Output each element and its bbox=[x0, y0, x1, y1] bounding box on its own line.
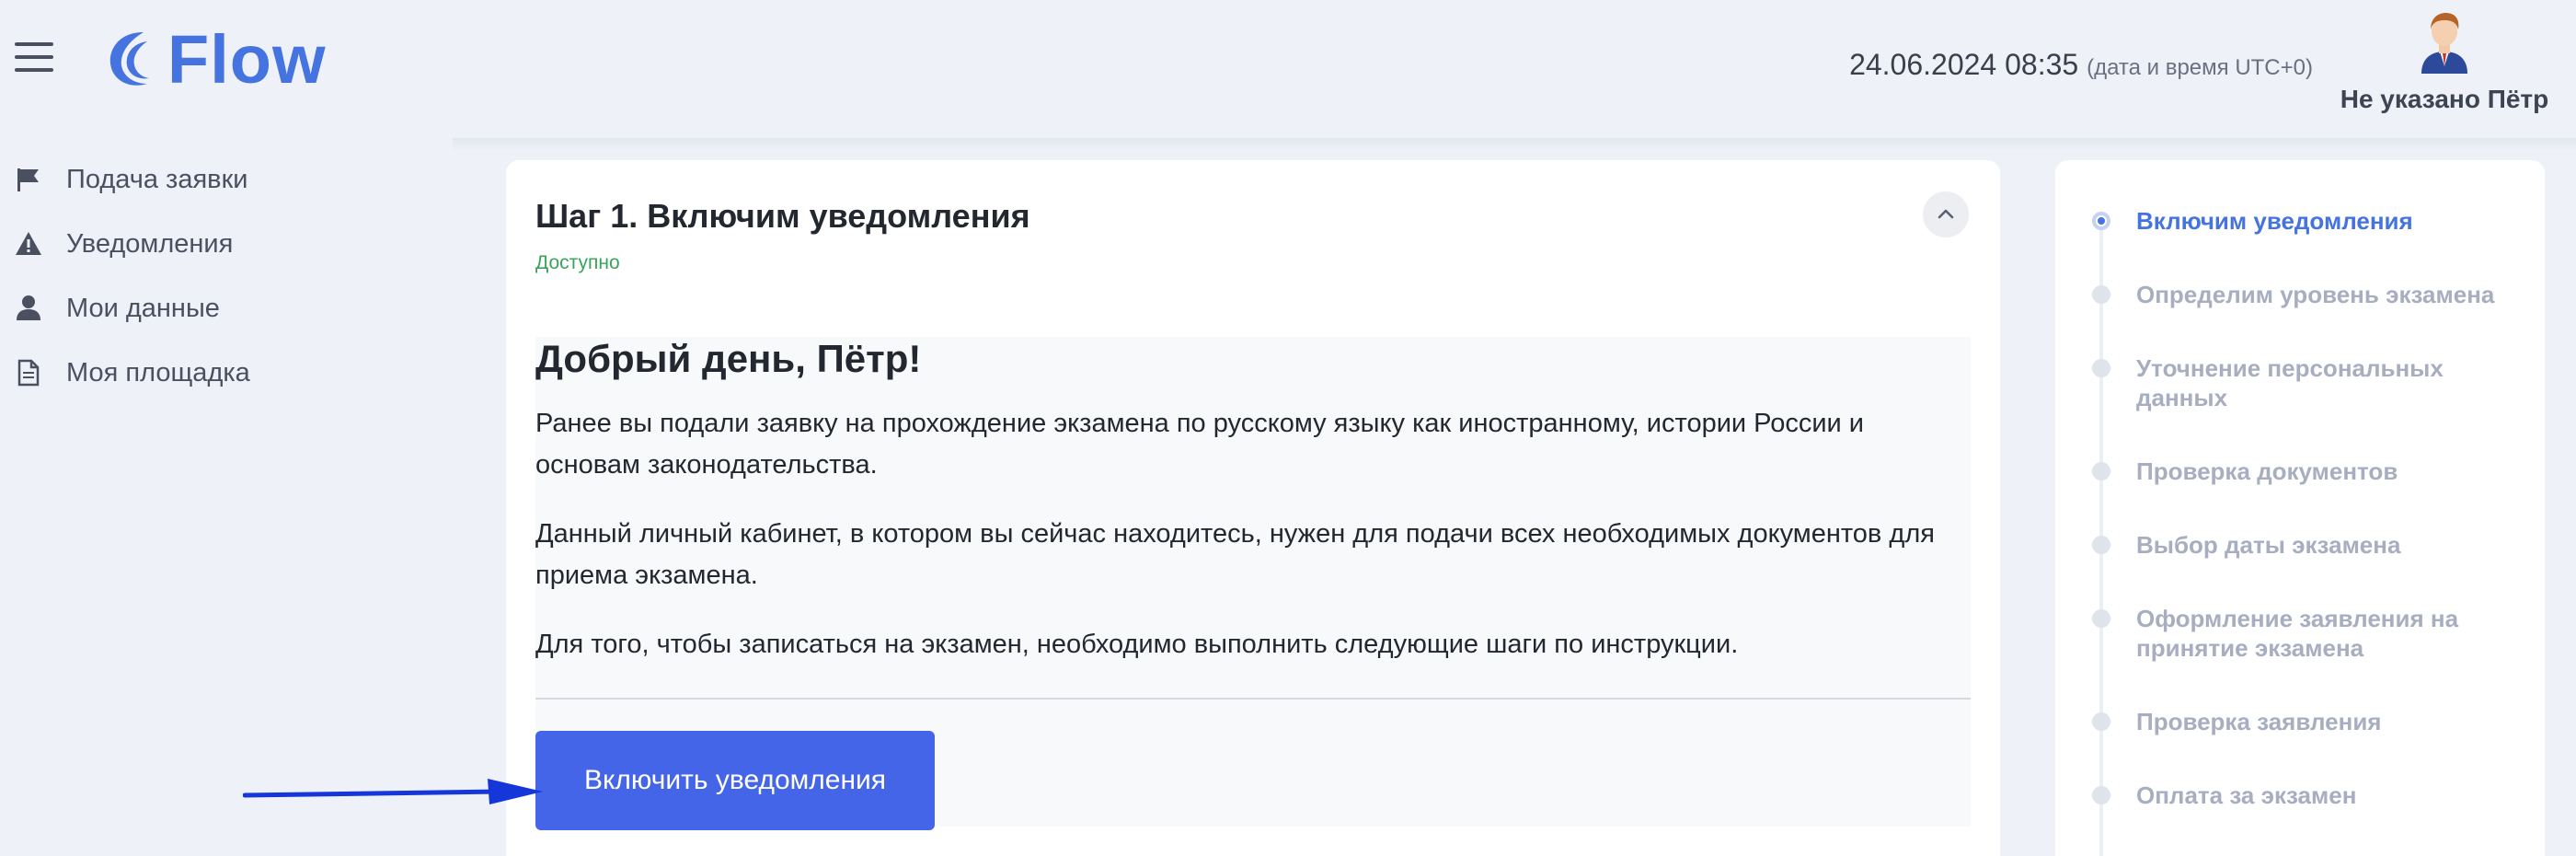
sidebar-item-my-data[interactable]: Мои данные bbox=[0, 276, 442, 341]
hamburger-menu-icon[interactable] bbox=[15, 42, 53, 72]
flag-icon bbox=[17, 168, 39, 191]
sidebar-item-application[interactable]: Подача заявки bbox=[0, 147, 442, 212]
greeting-heading: Добрый день, Пётр! bbox=[535, 337, 922, 380]
crescent-wave-icon bbox=[109, 32, 149, 86]
cabinet-paragraph: Данный личный кабинет, в котором вы сейч… bbox=[535, 519, 1935, 590]
warning-icon bbox=[16, 232, 41, 255]
step-dot bbox=[2092, 285, 2110, 304]
datetime-display: 24.06.2024 08:35 (дата и время UTC+0) bbox=[1849, 48, 2313, 82]
sidebar-item-label: Моя площадка bbox=[66, 357, 250, 388]
header-shadow bbox=[453, 138, 2576, 151]
document-icon bbox=[17, 359, 40, 387]
step-dot bbox=[2092, 786, 2110, 804]
step-label: Уточнение персональных данных bbox=[2136, 354, 2444, 411]
user-icon bbox=[17, 295, 40, 320]
step-label: Проверка документов bbox=[2136, 457, 2398, 485]
sidebar-item-label: Уведомления bbox=[66, 228, 234, 259]
progress-stepper: Включим уведомления Определим уровень эк… bbox=[2055, 160, 2545, 856]
step-dot bbox=[2092, 609, 2110, 628]
step-label: Проверка заявления bbox=[2136, 708, 2382, 735]
header: Flow 24.06.2024 08:35 (дата и время UTC+… bbox=[0, 0, 2576, 147]
sidebar: Подача заявки Уведомления Мои данные Моя… bbox=[0, 147, 442, 405]
enable-notifications-button[interactable]: Включить уведомления bbox=[535, 731, 935, 830]
step-title: Шаг 1. Включим уведомления bbox=[535, 197, 1030, 235]
timezone-note: (дата и время UTC+0) bbox=[2087, 55, 2313, 80]
instructions-paragraph: Для того, чтобы записаться на экзамен, н… bbox=[535, 630, 1739, 659]
logo-text: Flow bbox=[167, 20, 327, 98]
step-label: Оплата за экзамен bbox=[2136, 781, 2357, 809]
intro-paragraph: Ранее вы подали заявку на прохождение эк… bbox=[535, 409, 1865, 480]
step-label: Оформление заявления на принятие экзамен… bbox=[2136, 605, 2459, 662]
step-card: Шаг 1. Включим уведомления Доступно Добр… bbox=[506, 160, 2000, 856]
step-dot bbox=[2092, 359, 2110, 377]
arrow-pointer-icon bbox=[243, 779, 543, 804]
user-avatar-icon bbox=[2421, 13, 2467, 74]
sidebar-item-my-venue[interactable]: Моя площадка bbox=[0, 341, 442, 405]
status-badge: Доступно bbox=[535, 252, 620, 273]
step-content: Добрый день, Пётр! Ранее вы подали заявк… bbox=[535, 337, 1971, 830]
sidebar-item-label: Мои данные bbox=[66, 293, 220, 323]
step-dot bbox=[2092, 462, 2110, 480]
user-name: Не указано Пётр bbox=[2340, 85, 2549, 113]
chevron-up-icon bbox=[1938, 209, 1954, 219]
app-root: Flow 24.06.2024 08:35 (дата и время UTC+… bbox=[0, 0, 2576, 856]
datetime-value: 24.06.2024 08:35 bbox=[1849, 48, 2079, 81]
step-label: Выбор даты экзамена bbox=[2136, 531, 2401, 559]
step-dot bbox=[2092, 212, 2110, 230]
divider bbox=[535, 698, 1971, 700]
user-profile[interactable]: Не указано Пётр bbox=[2329, 9, 2559, 114]
sidebar-item-label: Подача заявки bbox=[66, 164, 248, 194]
collapse-button[interactable] bbox=[1923, 191, 1969, 237]
step-label: Определим уровень экзамена bbox=[2136, 281, 2495, 308]
logo[interactable]: Flow bbox=[107, 20, 327, 98]
sidebar-item-notifications[interactable]: Уведомления bbox=[0, 212, 442, 276]
step-dot bbox=[2092, 712, 2110, 731]
step-dot bbox=[2092, 536, 2110, 554]
step-label: Включим уведомления bbox=[2136, 207, 2413, 235]
